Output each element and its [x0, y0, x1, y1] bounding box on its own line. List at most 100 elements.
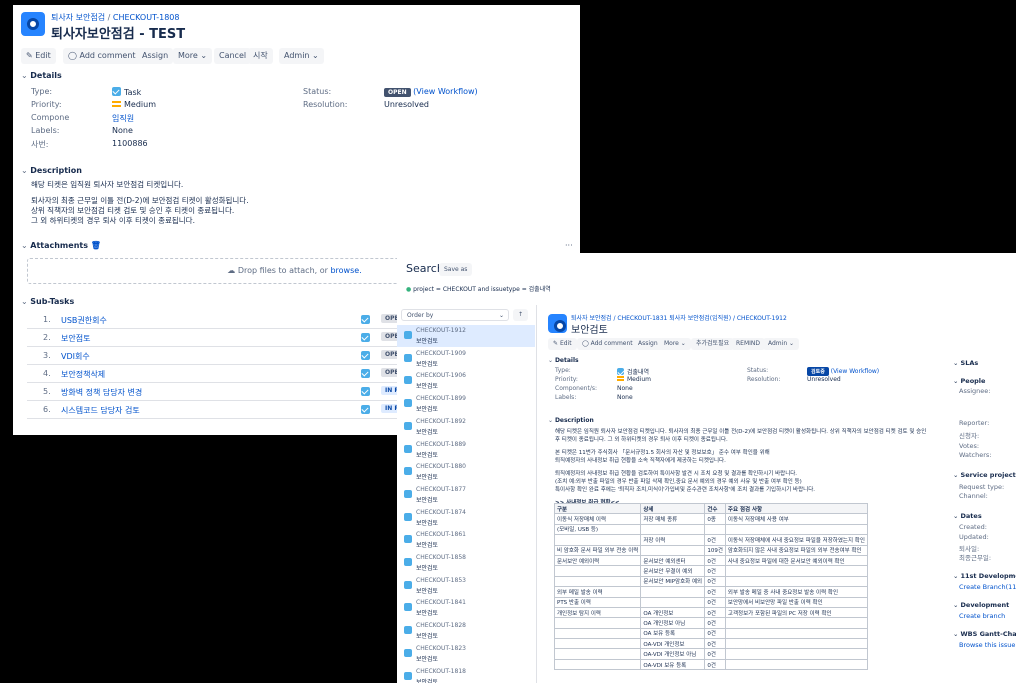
info-handling-table: 구분 상세 건수 주요 점검 사항 이동식 저장매체 이력 저장 매체 종류 0종 이동식 저…: [553, 502, 868, 671]
add-comment-button[interactable]: ◯ Add comment: [577, 338, 638, 350]
subtask-link[interactable]: 보안정책삭제: [61, 369, 105, 380]
issue-list-item[interactable]: CHECKOUT-1892 보안검토: [397, 416, 535, 438]
issue-list-item[interactable]: CHECKOUT-1909 보안검토: [397, 348, 535, 370]
create-branch-link[interactable]: Create branch: [959, 612, 1005, 620]
slas-section-toggle[interactable]: SLAs: [953, 359, 979, 367]
issue-list-item[interactable]: CHECKOUT-1818 보안검토: [397, 666, 535, 683]
jql-query[interactable]: ● project = CHECKOUT and issuetype = 검출내…: [406, 284, 551, 293]
more-button[interactable]: More ⌄: [659, 338, 691, 350]
table-cell: 문서보안 예외센터: [640, 554, 706, 567]
subtask-link[interactable]: 보안점토: [61, 333, 90, 344]
table-cell: [724, 658, 868, 671]
issue-list-item[interactable]: CHECKOUT-1841 보안검토: [397, 597, 535, 619]
issue-key: CHECKOUT-1858: [416, 554, 466, 561]
view-workflow-link[interactable]: (View Workflow): [831, 368, 879, 375]
requester-label: 신청자:: [959, 432, 980, 440]
task-icon: [361, 387, 370, 396]
issue-list-item[interactable]: CHECKOUT-1828 보안검토: [397, 620, 535, 642]
request-type-label: Request type:: [959, 483, 1005, 491]
subtask-link[interactable]: VDI회수: [61, 351, 90, 362]
task-icon: [404, 421, 412, 430]
subtasks-section-toggle[interactable]: Sub-Tasks: [21, 297, 74, 306]
attachments-more-button[interactable]: ···: [565, 241, 573, 250]
subtask-link[interactable]: 시스템코드 담당자 검토: [61, 405, 140, 416]
issue-key: CHECKOUT-1874: [416, 508, 466, 516]
description-section-toggle[interactable]: Description: [21, 166, 82, 175]
type-value: Task: [112, 87, 141, 97]
issue-list-item[interactable]: CHECKOUT-1877 보안검토: [397, 484, 535, 506]
watchers-label: Watchers:: [959, 451, 992, 459]
browse-link[interactable]: browse.: [330, 266, 361, 275]
issue-list-item[interactable]: CHECKOUT-1912 보안검토: [397, 325, 535, 347]
order-by-select[interactable]: Order by ⌄: [401, 309, 509, 321]
breadcrumb-project-link[interactable]: 퇴사자 보안점검: [51, 13, 105, 22]
11st-development-section-toggle[interactable]: 11st Development: [953, 572, 1016, 580]
browse-wbs-link[interactable]: Browse this issue in W: [959, 641, 1016, 649]
details-section-toggle[interactable]: Details: [21, 71, 62, 80]
subtask-link[interactable]: 방화벽 정책 담당자 변경: [61, 387, 142, 398]
issue-list-item[interactable]: CHECKOUT-1874 보안검토: [397, 507, 535, 529]
add-comment-button[interactable]: ◯ Add comment: [63, 48, 141, 64]
task-icon: [361, 351, 370, 360]
table-header-cell: 구분: [553, 502, 642, 515]
component-value-link[interactable]: 임직원: [112, 113, 134, 124]
table-row: 문서보안 예외이력 문서보안 예외센터 0건 사내 중요정보 파일에 대한 문서보안 …: [553, 554, 868, 567]
issue-key: CHECKOUT-1853: [416, 576, 466, 584]
cancel-button[interactable]: Cancel: [214, 48, 252, 64]
issue-list-item[interactable]: CHECKOUT-1861 보안검토: [397, 529, 535, 551]
issue-list-item[interactable]: CHECKOUT-1823 보안검토: [397, 643, 535, 665]
project-avatar[interactable]: [548, 314, 567, 333]
assignee-label: Assignee:: [959, 387, 991, 395]
admin-button[interactable]: Admin ⌄: [279, 48, 324, 64]
table-cell: 0건: [704, 586, 726, 598]
project-avatar[interactable]: [21, 12, 45, 36]
extra-review-button[interactable]: 추가검토필요: [691, 338, 735, 350]
table-cell: 이동식 저장매체 이력: [553, 513, 642, 525]
table-cell: 외부 메일 발송 이력: [553, 586, 642, 598]
breadcrumb-issue-key-link[interactable]: CHECKOUT-1808: [113, 13, 180, 22]
details-section-toggle[interactable]: Details: [548, 357, 579, 364]
issue-list-item[interactable]: CHECKOUT-1889 보안검토: [397, 439, 535, 461]
issue-list-item[interactable]: CHECKOUT-1858 보안검토: [397, 552, 535, 574]
remind-button[interactable]: REMIND: [731, 338, 766, 350]
cloud-upload-icon: ☁: [227, 266, 238, 275]
labels-value: None: [617, 394, 633, 401]
chevron-down-icon: ⌄: [680, 340, 686, 347]
save-as-button[interactable]: Save as: [439, 263, 473, 276]
more-button[interactable]: More ⌄: [173, 48, 213, 64]
service-project-section-toggle[interactable]: Service project reques: [953, 471, 1016, 479]
create-branch-11st-link[interactable]: Create Branch(11ST): [959, 583, 1016, 591]
development-section-toggle[interactable]: Development: [953, 601, 1010, 609]
table-row: 문서보안 무결이 예외 0건: [553, 565, 868, 577]
labels-label: Labels:: [31, 126, 60, 135]
start-button[interactable]: 시작: [248, 48, 273, 64]
wbs-gantt-section-toggle[interactable]: WBS Gantt-Chart: [953, 630, 1016, 638]
people-section-toggle[interactable]: People: [953, 377, 986, 385]
trash-icon[interactable]: 🗑: [91, 241, 101, 250]
table-row: PTS 반출 이력 0건 보안망에서 비보안망 파일 반출 이력 확인: [553, 596, 868, 608]
sort-direction-button[interactable]: ↑: [513, 309, 529, 321]
task-icon: [404, 535, 412, 544]
assign-button[interactable]: Assign: [137, 48, 174, 64]
admin-button[interactable]: Admin ⌄: [763, 338, 800, 350]
search-window: Search Save as ● project = CHECKOUT and …: [397, 253, 1016, 683]
issue-list-item[interactable]: CHECKOUT-1906 보안검토: [397, 370, 535, 392]
issue-list-item[interactable]: CHECKOUT-1853 보안검토: [397, 575, 535, 597]
subtask-link[interactable]: USB권한회수: [61, 315, 107, 326]
table-row: 저장 이력 0건 이동식 저장매체에 사내 중요정보 파일을 저장하였는지 확인: [553, 534, 868, 546]
dates-section-toggle[interactable]: Dates: [953, 512, 982, 520]
issue-key: CHECKOUT-1828: [416, 622, 466, 630]
table-cell: OA-VDI 개인정보: [640, 638, 706, 650]
edit-button[interactable]: ✎ Edit: [21, 48, 56, 64]
view-workflow-link[interactable]: (View Workflow): [413, 87, 478, 96]
edit-button[interactable]: ✎ Edit: [548, 338, 577, 350]
description-section-toggle[interactable]: Description: [548, 417, 594, 424]
created-label: Created:: [959, 523, 987, 531]
table-cell: 사내 중요정보 파일에 대한 문서보안 예외이력 확인: [724, 554, 868, 567]
component-label: Component/s:: [555, 385, 598, 392]
issue-list-item[interactable]: CHECKOUT-1899 보안검토: [397, 393, 535, 415]
attachments-section-toggle[interactable]: Attachments 🗑: [21, 241, 101, 250]
table-cell: 문서보안 무결이 예외: [640, 565, 706, 577]
issue-list-item[interactable]: CHECKOUT-1880 보안검토: [397, 461, 535, 483]
task-icon: [361, 405, 370, 414]
